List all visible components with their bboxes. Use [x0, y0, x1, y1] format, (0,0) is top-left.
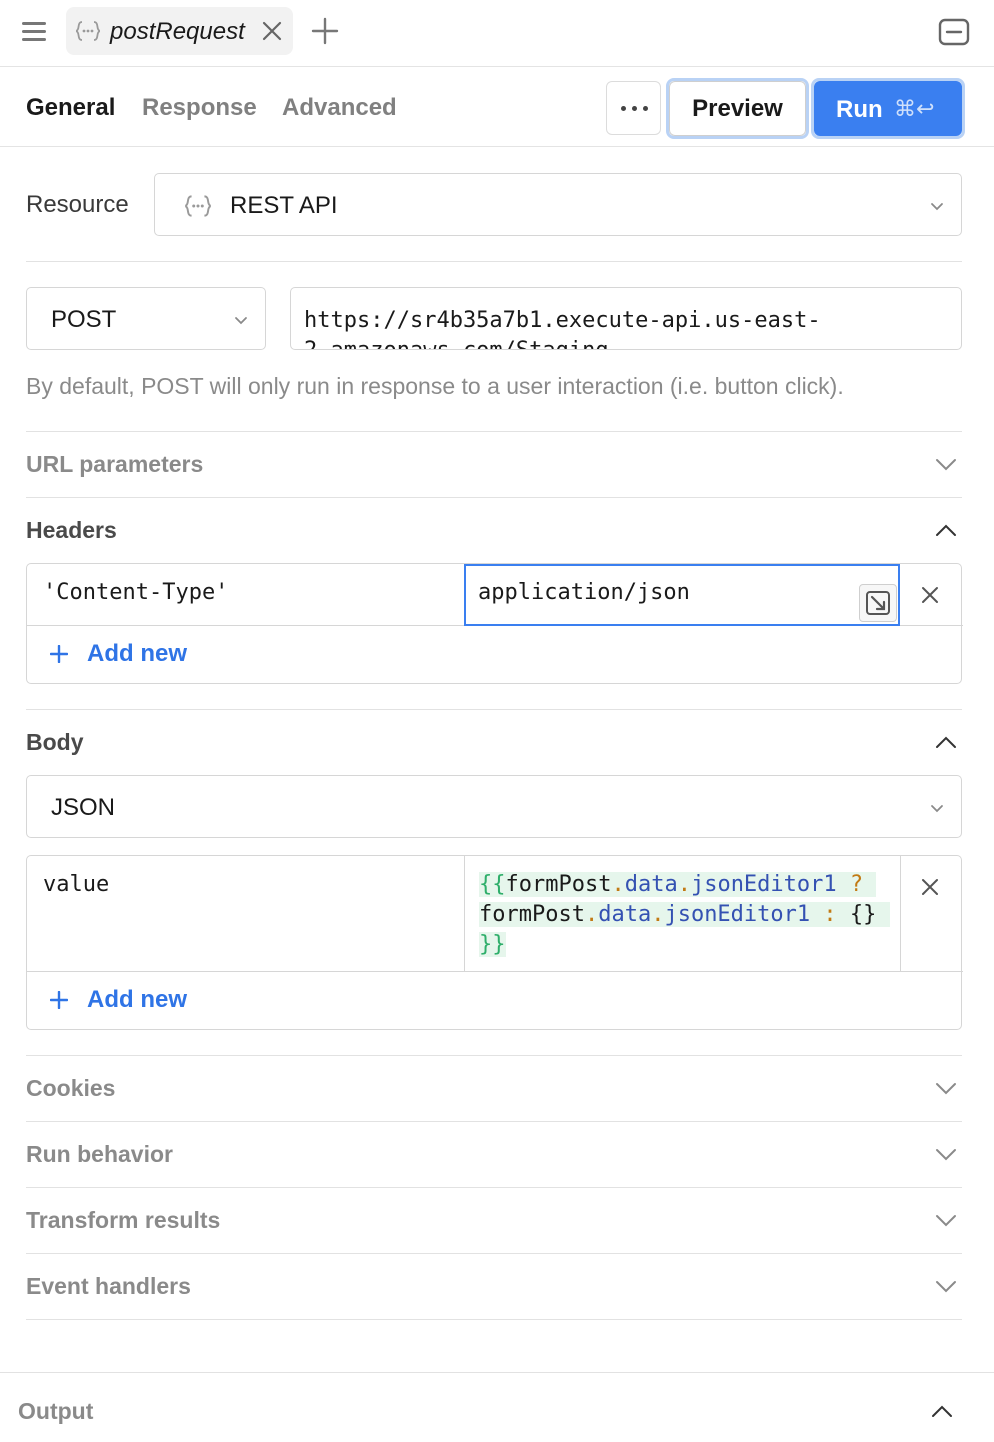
- transform-results-section[interactable]: Transform results: [26, 1207, 220, 1234]
- method-select[interactable]: POST: [26, 287, 266, 350]
- chevron-up-icon[interactable]: [934, 733, 958, 751]
- run-label: Run: [836, 96, 883, 123]
- collapse-panel-icon[interactable]: [938, 18, 970, 46]
- url-text-line-1: https://sr4b35a7b1.execute-api.us-east-: [304, 308, 821, 333]
- header-value: application/json: [478, 580, 690, 605]
- body-table: value {{formPost.data.jsonEditor1 ? form…: [26, 855, 963, 1030]
- output-panel-header[interactable]: Output: [0, 1372, 994, 1442]
- post-hint: By default, POST will only run in respon…: [26, 373, 844, 399]
- event-handlers-section[interactable]: Event handlers: [26, 1273, 191, 1300]
- menu-icon[interactable]: [20, 19, 48, 43]
- chevron-down-icon[interactable]: [934, 1145, 958, 1163]
- tab-advanced[interactable]: Advanced: [282, 94, 397, 122]
- divider: [26, 1055, 962, 1056]
- close-icon[interactable]: [921, 586, 939, 604]
- more-options-button[interactable]: [606, 81, 661, 135]
- plus-icon: [50, 645, 68, 663]
- chevron-up-icon[interactable]: [934, 521, 958, 539]
- body-section[interactable]: Body: [26, 729, 84, 756]
- headers-section[interactable]: Headers: [26, 517, 117, 544]
- query-toolbar: General Response Advanced Preview Run ⌘↩: [0, 67, 994, 147]
- tab-label: postRequest: [110, 18, 245, 45]
- run-button[interactable]: Run ⌘↩: [811, 78, 965, 139]
- output-title: Output: [18, 1398, 94, 1424]
- divider: [26, 497, 962, 498]
- chevron-down-icon[interactable]: [934, 455, 958, 473]
- headers-table: 'Content-Type' application/json Add new: [26, 563, 963, 684]
- divider: [26, 709, 962, 710]
- resource-select[interactable]: REST API: [154, 173, 962, 236]
- tab-postrequest[interactable]: postRequest: [66, 7, 293, 55]
- run-behavior-section[interactable]: Run behavior: [26, 1141, 173, 1168]
- body-key[interactable]: value: [43, 872, 109, 897]
- divider: [26, 1121, 962, 1122]
- preview-button[interactable]: Preview: [666, 78, 809, 139]
- table-row: 'Content-Type' application/json: [27, 564, 963, 626]
- divider: [26, 1319, 962, 1320]
- expand-icon: [866, 591, 890, 615]
- table-row: value {{formPost.data.jsonEditor1 ? form…: [27, 856, 963, 972]
- chevron-down-icon[interactable]: [934, 1211, 958, 1229]
- body-type-select[interactable]: JSON: [26, 775, 962, 838]
- close-icon[interactable]: [921, 878, 939, 896]
- add-body-param-button[interactable]: Add new: [87, 986, 187, 1014]
- plus-icon: [50, 991, 68, 1009]
- divider: [26, 1187, 962, 1188]
- chevron-up-icon[interactable]: [930, 1402, 954, 1420]
- header-value-input[interactable]: application/json: [464, 564, 900, 626]
- header-key[interactable]: 'Content-Type': [43, 580, 228, 605]
- expand-editor-button[interactable]: [859, 584, 897, 622]
- add-tab-icon[interactable]: [310, 16, 340, 46]
- chevron-down-icon: [931, 203, 943, 211]
- tab-response[interactable]: Response: [142, 94, 257, 122]
- divider: [26, 261, 962, 262]
- body-value-editor[interactable]: {{formPost.data.jsonEditor1 ? formPost.d…: [479, 870, 899, 960]
- tab-general[interactable]: General: [26, 94, 115, 122]
- chevron-down-icon[interactable]: [934, 1277, 958, 1295]
- url-text-line-2: 2.amazonaws.com/Staging: [304, 336, 821, 349]
- query-icon: [184, 195, 212, 217]
- close-icon[interactable]: [260, 19, 284, 43]
- url-input[interactable]: https://sr4b35a7b1.execute-api.us-east- …: [290, 287, 962, 350]
- tab-bar: postRequest: [0, 0, 994, 67]
- method-value: POST: [51, 306, 117, 333]
- query-icon: [75, 21, 101, 41]
- chevron-down-icon: [931, 805, 943, 813]
- keyboard-shortcut: ⌘↩: [894, 96, 935, 121]
- resource-label: Resource: [26, 191, 129, 218]
- cookies-section[interactable]: Cookies: [26, 1075, 115, 1102]
- url-parameters-section[interactable]: URL parameters: [26, 451, 203, 478]
- divider: [26, 431, 962, 432]
- chevron-down-icon[interactable]: [934, 1079, 958, 1097]
- divider: [26, 1253, 962, 1254]
- resource-value: REST API: [230, 192, 338, 219]
- body-type-value: JSON: [51, 794, 116, 821]
- add-header-button[interactable]: Add new: [87, 640, 187, 668]
- chevron-down-icon: [235, 317, 247, 325]
